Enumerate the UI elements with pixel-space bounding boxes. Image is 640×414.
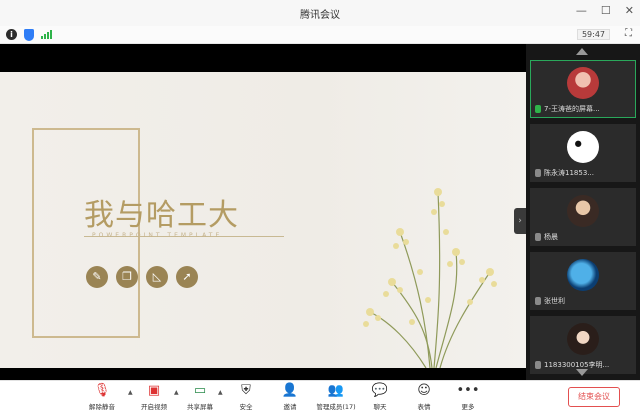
shield-icon[interactable] (24, 29, 34, 41)
participant-tile[interactable]: 7-王涛爸的屏幕... (530, 60, 636, 118)
meeting-info-bar: i 59:47 ⛶ (0, 26, 640, 44)
signal-icon[interactable] (41, 30, 52, 39)
shield-icon: ⛨ (241, 383, 251, 398)
more-icon: ••• (456, 383, 480, 398)
mic-muted-icon (535, 297, 541, 305)
participant-name: 张世利 (544, 297, 565, 305)
meeting-timer: 59:47 (576, 29, 610, 40)
info-icon[interactable]: i (6, 29, 17, 40)
window-controls: — ☐ ✕ (576, 4, 634, 17)
pen-icon: ✎ (86, 266, 108, 288)
avatar (567, 67, 599, 99)
camera-off-icon: ▣ (147, 383, 161, 398)
book-icon: ❐ (116, 266, 138, 288)
security-button[interactable]: ⛨ 安全 (224, 383, 268, 411)
mic-muted-icon (535, 233, 541, 241)
slide-title: 我与哈工大 (84, 198, 239, 233)
fullscreen-icon[interactable]: ⛶ (625, 28, 632, 39)
participant-tile[interactable]: 1183300105李明... (530, 316, 636, 374)
participant-tile[interactable]: 陈永涛11853... (530, 124, 636, 182)
slide-subtitle: POWERPOINT TEMPLATE (92, 232, 223, 239)
share-screen-button[interactable]: ▭ 共享屏幕 (178, 383, 222, 411)
scroll-down-icon[interactable] (576, 369, 588, 376)
scroll-up-icon[interactable] (576, 48, 588, 55)
close-icon[interactable]: ✕ (625, 4, 634, 17)
shared-screen: 我与哈工大 POWERPOINT TEMPLATE ✎ ❐ ◺ ➚ (0, 44, 526, 380)
participant-name: 杨晨 (544, 233, 558, 241)
meeting-toolbar: 🎙 解除静音 ▲ ▣ 开启视频 ▲ ▭ 共享屏幕 ▲ ⛨ 安全 👤 邀请 👥 管… (0, 380, 640, 414)
mic-on-icon (535, 105, 541, 113)
avatar (567, 259, 599, 291)
invite-button[interactable]: 👤 邀请 (268, 383, 312, 411)
avatar (567, 195, 599, 227)
presentation-slide: 我与哈工大 POWERPOINT TEMPLATE ✎ ❐ ◺ ➚ (0, 72, 526, 368)
ruler-icon: ◺ (146, 266, 168, 288)
slide-icon-row: ✎ ❐ ◺ ➚ (86, 266, 198, 288)
end-meeting-button[interactable]: 结束会议 (568, 387, 620, 407)
cursor-icon: ➚ (176, 266, 198, 288)
chat-icon: 💬 (371, 383, 389, 398)
collapse-panel-button[interactable]: › (514, 208, 526, 234)
participant-tile[interactable]: 张世利 (530, 252, 636, 310)
start-video-button[interactable]: ▣ 开启视频 (132, 383, 176, 411)
mic-muted-icon (535, 361, 541, 369)
title-bar: 腾讯会议 — ☐ ✕ (0, 0, 640, 26)
maximize-icon[interactable]: ☐ (601, 4, 611, 17)
share-options-caret[interactable]: ▲ (218, 389, 223, 396)
window-title: 腾讯会议 (300, 10, 340, 21)
mic-muted-icon (535, 169, 541, 177)
unmute-button[interactable]: 🎙 解除静音 (80, 383, 124, 411)
more-button[interactable]: ••• 更多 (446, 383, 490, 411)
add-user-icon: 👤 (281, 383, 299, 398)
expression-button[interactable]: ☺ 表情 (402, 383, 446, 411)
share-screen-icon: ▭ (193, 383, 207, 398)
minimize-icon[interactable]: — (576, 4, 587, 17)
avatar (567, 323, 599, 355)
chat-button[interactable]: 💬 聊天 (358, 383, 402, 411)
participant-name: 7-王涛爸的屏幕... (544, 105, 600, 113)
members-icon: 👥 (327, 383, 345, 398)
smile-icon: ☺ (417, 383, 431, 398)
manage-members-button[interactable]: 👥 管理成员(17) (314, 383, 358, 411)
participant-panel: 7-王涛爸的屏幕... 陈永涛11853... 杨晨 张世利 118330010… (526, 44, 640, 380)
mic-muted-icon: 🎙 (93, 383, 111, 398)
flower-illustration (363, 188, 497, 368)
participant-tile[interactable]: 杨晨 (530, 188, 636, 246)
participant-name: 陈永涛11853... (544, 169, 594, 177)
avatar (567, 131, 599, 163)
